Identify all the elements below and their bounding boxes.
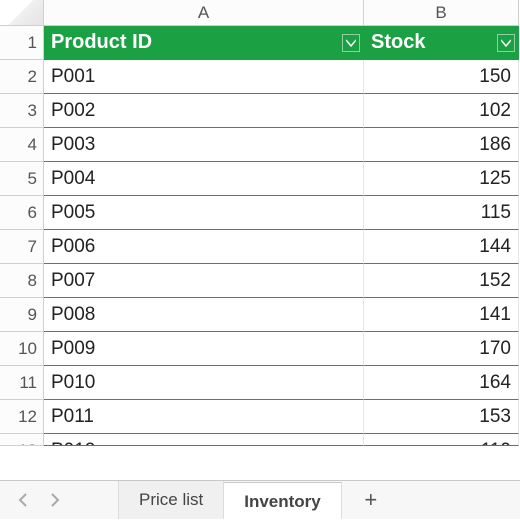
cell-stock[interactable]: 152 — [364, 264, 519, 298]
table-row: P008 141 — [44, 298, 519, 332]
filter-button-product-id[interactable] — [342, 34, 360, 52]
cell-stock[interactable]: 153 — [364, 400, 519, 434]
table-row: P009 170 — [44, 332, 519, 366]
row-header[interactable]: 10 — [0, 332, 44, 366]
cell-stock[interactable]: 150 — [364, 60, 519, 94]
table-row: P005 115 — [44, 196, 519, 230]
cell-stock[interactable]: 170 — [364, 332, 519, 366]
table-row: P010 164 — [44, 366, 519, 400]
table-row: P004 125 — [44, 162, 519, 196]
sheet-tabs: Price list Inventory — [118, 481, 342, 519]
spreadsheet-grid: A B 1 2 3 4 5 6 7 8 9 10 11 12 13 Produc… — [0, 0, 520, 480]
row-header[interactable]: 12 — [0, 400, 44, 434]
row-headers: 1 2 3 4 5 6 7 8 9 10 11 12 13 — [0, 26, 44, 446]
row-header[interactable]: 7 — [0, 230, 44, 264]
cell-product-id[interactable]: P006 — [44, 230, 364, 264]
header-label: Product ID — [51, 31, 152, 53]
cell-stock[interactable]: 125 — [364, 162, 519, 196]
cell-product-id[interactable]: P011 — [44, 400, 364, 434]
cell-stock[interactable]: 164 — [364, 366, 519, 400]
sheet-tab-price-list[interactable]: Price list — [118, 481, 224, 519]
sheet-tab-bar: Price list Inventory + — [0, 480, 520, 519]
table-row: P001 150 — [44, 60, 519, 94]
cell-stock[interactable]: 119 — [364, 434, 519, 446]
row-header[interactable]: 11 — [0, 366, 44, 400]
filter-button-stock[interactable] — [497, 34, 515, 52]
table-row: P007 152 — [44, 264, 519, 298]
cell-stock[interactable]: 115 — [364, 196, 519, 230]
table-row: P011 153 — [44, 400, 519, 434]
cell-product-id[interactable]: P003 — [44, 128, 364, 162]
column-headers: A B — [44, 0, 519, 26]
sheet-nav-buttons — [0, 481, 78, 519]
row-header[interactable]: 6 — [0, 196, 44, 230]
table-row: P012 119 — [44, 434, 519, 446]
cell-stock[interactable]: 102 — [364, 94, 519, 128]
cells-area: Product ID Stock P001 150 P002 102 P003 … — [44, 26, 519, 446]
header-label: Stock — [371, 31, 425, 53]
table-row: P003 186 — [44, 128, 519, 162]
select-all-corner[interactable] — [0, 0, 44, 26]
chevron-down-icon — [346, 39, 356, 47]
row-header[interactable]: 2 — [0, 60, 44, 94]
table-row: P002 102 — [44, 94, 519, 128]
cell-product-id[interactable]: P010 — [44, 366, 364, 400]
cell-stock[interactable]: 144 — [364, 230, 519, 264]
cell-product-id[interactable]: P005 — [44, 196, 364, 230]
cell-stock[interactable]: 141 — [364, 298, 519, 332]
cell-product-id[interactable]: P007 — [44, 264, 364, 298]
sheet-nav-prev[interactable] — [14, 491, 32, 509]
row-header[interactable]: 3 — [0, 94, 44, 128]
column-header-B[interactable]: B — [364, 0, 519, 26]
chevron-right-icon — [49, 493, 61, 507]
chevron-down-icon — [501, 39, 511, 47]
row-header[interactable]: 9 — [0, 298, 44, 332]
add-sheet-button[interactable]: + — [352, 481, 390, 519]
cell-stock[interactable]: 186 — [364, 128, 519, 162]
header-cell-product-id[interactable]: Product ID — [44, 26, 364, 60]
cell-product-id[interactable]: P008 — [44, 298, 364, 332]
cell-product-id[interactable]: P012 — [44, 434, 364, 446]
row-header[interactable]: 4 — [0, 128, 44, 162]
sheet-tab-inventory[interactable]: Inventory — [224, 482, 342, 520]
row-header[interactable]: 13 — [0, 434, 44, 446]
sheet-nav-next[interactable] — [46, 491, 64, 509]
cell-product-id[interactable]: P004 — [44, 162, 364, 196]
cell-product-id[interactable]: P009 — [44, 332, 364, 366]
row-header[interactable]: 8 — [0, 264, 44, 298]
cell-product-id[interactable]: P001 — [44, 60, 364, 94]
table-header-row: Product ID Stock — [44, 26, 519, 60]
header-cell-stock[interactable]: Stock — [364, 26, 519, 60]
row-header[interactable]: 5 — [0, 162, 44, 196]
column-header-A[interactable]: A — [44, 0, 364, 26]
chevron-left-icon — [17, 493, 29, 507]
table-row: P006 144 — [44, 230, 519, 264]
row-header[interactable]: 1 — [0, 26, 44, 60]
cell-product-id[interactable]: P002 — [44, 94, 364, 128]
